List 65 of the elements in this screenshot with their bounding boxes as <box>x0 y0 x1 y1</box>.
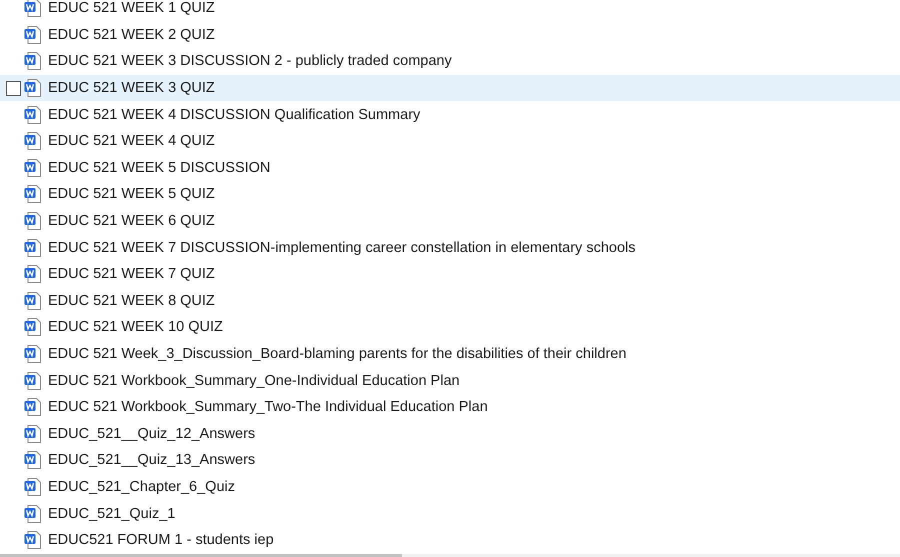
file-row[interactable]: EDUC 521 WEEK 3 DISCUSSION 2 - publicly traded company <box>0 48 900 75</box>
file-row[interactable]: EDUC 521 WEEK 2 QUIZ <box>0 22 900 48</box>
file-row[interactable]: EDUC 521 Workbook_Summary_Two-The Individual Education Plan <box>0 394 900 420</box>
word-document-icon <box>24 185 41 204</box>
word-document-icon <box>24 158 41 177</box>
file-row[interactable]: EDUC 521 WEEK 5 QUIZ <box>0 181 900 208</box>
word-document-icon <box>24 79 41 98</box>
word-document-icon <box>24 52 41 70</box>
file-name: EDUC 521 WEEK 4 QUIZ <box>48 133 215 150</box>
file-name: EDUC 521 Workbook_Summary_One-Individual Education Plan <box>48 372 460 389</box>
word-document-icon <box>24 372 41 390</box>
word-document-icon <box>24 478 41 496</box>
word-document-icon <box>24 238 41 257</box>
word-document-icon <box>24 504 41 523</box>
file-row[interactable]: EDUC 521 Workbook_Summary_One-Individual Education Plan <box>0 367 900 394</box>
word-document-icon <box>24 132 41 150</box>
file-name: EDUC521 FORUM 1 - students iep <box>48 532 274 548</box>
word-document-icon <box>24 345 41 364</box>
file-name: EDUC 521 WEEK 3 QUIZ <box>48 80 215 96</box>
file-name: EDUC 521 WEEK 5 DISCUSSION <box>48 160 270 176</box>
word-document-icon <box>24 292 41 310</box>
file-name: EDUC_521__Quiz_12_Answers <box>48 426 256 442</box>
word-document-icon <box>24 424 41 443</box>
file-name: EDUC 521 WEEK 10 QUIZ <box>48 319 223 336</box>
file-name: EDUC 521 WEEK 5 QUIZ <box>48 186 215 202</box>
word-document-icon <box>24 318 41 336</box>
file-name: EDUC 521 Workbook_Summary_Two-The Individual Education Plan <box>48 399 488 416</box>
word-document-icon <box>24 451 41 470</box>
file-name: EDUC 521 WEEK 4 DISCUSSION Qualification Summary <box>48 106 420 123</box>
word-document-icon <box>24 398 41 416</box>
file-name: EDUC_521_Chapter_6_Quiz <box>48 478 235 495</box>
file-name: EDUC 521 WEEK 6 QUIZ <box>48 213 215 230</box>
file-row[interactable]: EDUC521 FORUM 1 - students iep <box>0 526 900 554</box>
file-row[interactable]: EDUC_521__Quiz_12_Answers <box>0 420 900 448</box>
file-row[interactable]: EDUC_521__Quiz_13_Answers <box>0 447 900 474</box>
file-name: EDUC 521 Week_3_Discussion_Board-blaming parents for the disabilities of their children <box>48 346 626 362</box>
file-row[interactable]: EDUC 521 WEEK 4 QUIZ <box>0 128 900 155</box>
word-document-icon <box>24 106 41 124</box>
word-document-icon <box>24 212 41 230</box>
file-row[interactable]: EDUC 521 WEEK 3 QUIZ <box>0 74 900 102</box>
file-row[interactable]: EDUC_521_Quiz_1 <box>0 500 900 527</box>
word-document-icon <box>24 531 41 550</box>
file-row[interactable]: EDUC 521 WEEK 6 QUIZ <box>0 208 900 234</box>
horizontal-scrollbar[interactable] <box>0 554 900 557</box>
file-row[interactable]: EDUC 521 WEEK 4 DISCUSSION Qualification Summary <box>0 101 900 128</box>
file-row[interactable]: EDUC 521 WEEK 5 DISCUSSION <box>0 154 900 182</box>
file-row[interactable]: EDUC 521 Week_3_Discussion_Board-blaming parents for the disabilities of their children <box>0 340 900 368</box>
file-row[interactable]: EDUC 521 WEEK 1 QUIZ <box>0 0 900 22</box>
word-document-icon <box>24 265 41 284</box>
file-row[interactable]: EDUC 521 WEEK 8 QUIZ <box>0 288 900 314</box>
file-name: EDUC 521 WEEK 1 QUIZ <box>48 0 215 16</box>
file-row[interactable]: EDUC 521 WEEK 7 QUIZ <box>0 260 900 288</box>
file-name: EDUC_521_Quiz_1 <box>48 506 176 522</box>
checkbox[interactable] <box>6 80 21 96</box>
file-row[interactable]: EDUC 521 WEEK 7 DISCUSSION-implementing career constellation in elementary schools <box>0 234 900 261</box>
scrollbar-thumb[interactable] <box>0 554 402 557</box>
file-name: EDUC_521__Quiz_13_Answers <box>48 452 256 468</box>
file-row[interactable]: EDUC_521_Chapter_6_Quiz <box>0 474 900 500</box>
file-name: EDUC 521 WEEK 2 QUIZ <box>48 26 215 43</box>
file-name: EDUC 521 WEEK 7 QUIZ <box>48 266 215 282</box>
file-name: EDUC 521 WEEK 8 QUIZ <box>48 292 215 309</box>
word-document-icon <box>24 26 41 44</box>
file-name: EDUC 521 WEEK 7 DISCUSSION-implementing career constellation in elementary schools <box>48 240 636 256</box>
file-name: EDUC 521 WEEK 3 DISCUSSION 2 - publicly traded company <box>48 53 452 70</box>
file-row[interactable]: EDUC 521 WEEK 10 QUIZ <box>0 314 900 341</box>
